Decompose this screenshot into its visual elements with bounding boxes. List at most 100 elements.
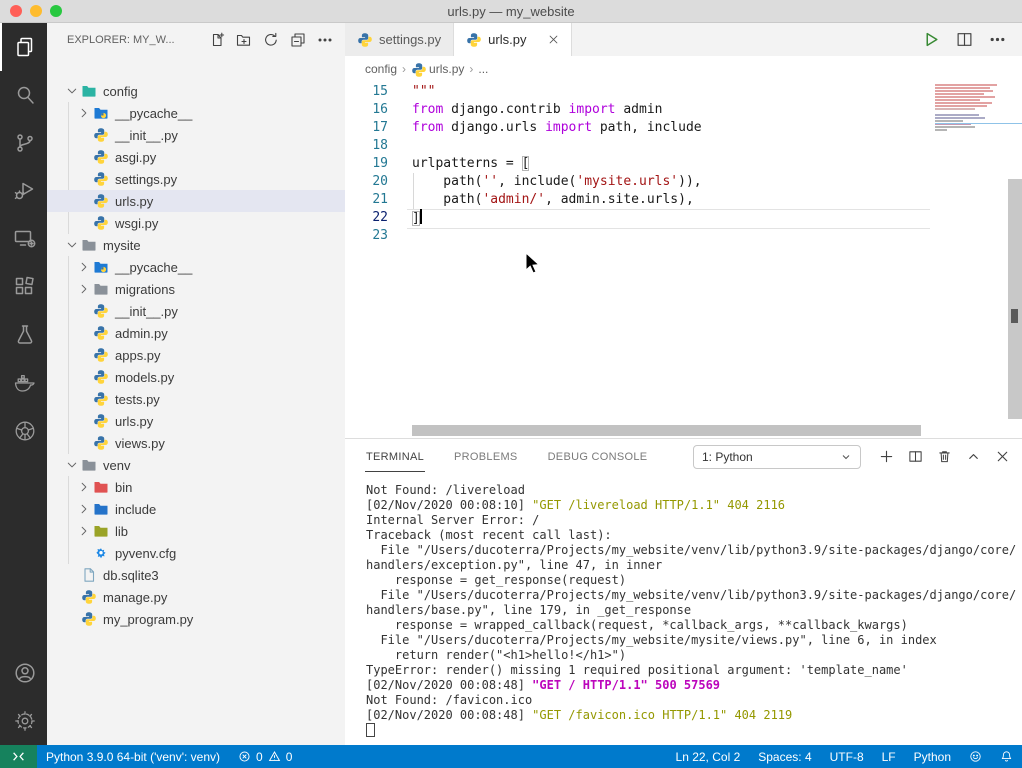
encoding[interactable]: UTF-8 bbox=[821, 745, 873, 768]
tree-item-config[interactable]: config bbox=[47, 80, 345, 102]
zoom-window-button[interactable] bbox=[50, 5, 62, 17]
chevron-right-icon[interactable] bbox=[75, 501, 93, 517]
panel-tab-terminal[interactable]: TERMINAL bbox=[365, 441, 425, 472]
tab-settings-py[interactable]: settings.py bbox=[345, 23, 454, 56]
panel-tab-problems[interactable]: PROBLEMS bbox=[453, 441, 519, 472]
maximize-panel-icon[interactable] bbox=[966, 449, 981, 464]
chevron-right-icon[interactable] bbox=[75, 281, 93, 297]
chevron-down-icon[interactable] bbox=[63, 457, 81, 473]
tree-item-pyvenv-cfg[interactable]: pyvenv.cfg bbox=[47, 542, 345, 564]
tree-item-wsgi-py[interactable]: wsgi.py bbox=[47, 212, 345, 234]
tree-item-models-py[interactable]: models.py bbox=[47, 366, 345, 388]
extensions-icon[interactable] bbox=[0, 263, 47, 311]
tree-item-tests-py[interactable]: tests.py bbox=[47, 388, 345, 410]
run-button[interactable] bbox=[923, 31, 940, 48]
kill-terminal-icon[interactable] bbox=[937, 449, 952, 464]
minimap-viewport-line bbox=[935, 123, 1022, 124]
tree-item--pycache-[interactable]: __pycache__ bbox=[47, 256, 345, 278]
tree-item-manage-py[interactable]: manage.py bbox=[47, 586, 345, 608]
tree-item-urls-py[interactable]: urls.py bbox=[47, 190, 345, 212]
tree-item-urls-py[interactable]: urls.py bbox=[47, 410, 345, 432]
close-panel-icon[interactable] bbox=[995, 449, 1010, 464]
python-file-icon bbox=[93, 347, 109, 363]
run-debug-icon[interactable] bbox=[0, 167, 47, 215]
notifications-bell-icon[interactable] bbox=[991, 745, 1022, 768]
chevron-right-icon[interactable] bbox=[75, 259, 93, 275]
terminal-shell-selector[interactable]: 1: Python bbox=[693, 445, 861, 469]
split-terminal-icon[interactable] bbox=[908, 449, 923, 464]
indentation[interactable]: Spaces: 4 bbox=[749, 745, 820, 768]
cursor-position[interactable]: Ln 22, Col 2 bbox=[667, 745, 750, 768]
tree-item-migrations[interactable]: migrations bbox=[47, 278, 345, 300]
tree-item-settings-py[interactable]: settings.py bbox=[47, 168, 345, 190]
docker-icon[interactable] bbox=[0, 359, 47, 407]
breadcrumb-item-1[interactable]: urls.py bbox=[411, 62, 464, 76]
code-editor[interactable]: 151617181920212223 """from django.contri… bbox=[345, 81, 1022, 438]
collapse-all-icon[interactable] bbox=[288, 30, 308, 50]
feedback-icon[interactable] bbox=[960, 745, 991, 768]
gear-file-icon bbox=[93, 545, 109, 561]
python-interpreter[interactable]: Python 3.9.0 64-bit ('venv': venv) bbox=[37, 745, 229, 768]
vscode-window: urls.py — my_website EXPLORER: MY_W... c… bbox=[0, 0, 1022, 768]
tree-item--pycache-[interactable]: __pycache__ bbox=[47, 102, 345, 124]
tree-item-mysite[interactable]: mysite bbox=[47, 234, 345, 256]
tree-item-lib[interactable]: lib bbox=[47, 520, 345, 542]
tree-item-include[interactable]: include bbox=[47, 498, 345, 520]
chevron-right-icon[interactable] bbox=[75, 479, 93, 495]
tree-item-label: venv bbox=[103, 458, 130, 473]
breadcrumb-item-2[interactable]: ... bbox=[478, 62, 488, 76]
python-file-icon bbox=[81, 611, 97, 627]
refresh-icon[interactable] bbox=[261, 30, 281, 50]
minimap[interactable] bbox=[935, 84, 1007, 132]
new-terminal-icon[interactable] bbox=[879, 449, 894, 464]
chevron-down-icon[interactable] bbox=[63, 237, 81, 253]
close-window-button[interactable] bbox=[10, 5, 22, 17]
testing-icon[interactable] bbox=[0, 311, 47, 359]
python-icon bbox=[357, 32, 373, 48]
vertical-scrollbar[interactable] bbox=[1008, 179, 1022, 419]
tree-item-apps-py[interactable]: apps.py bbox=[47, 344, 345, 366]
title-bar[interactable]: urls.py — my_website bbox=[0, 0, 1022, 23]
remote-indicator[interactable] bbox=[0, 745, 37, 768]
kubernetes-icon[interactable] bbox=[0, 407, 47, 455]
tree-item-venv[interactable]: venv bbox=[47, 454, 345, 476]
tree-item-db-sqlite3[interactable]: db.sqlite3 bbox=[47, 564, 345, 586]
tree-item-bin[interactable]: bin bbox=[47, 476, 345, 498]
tree-item-my-program-py[interactable]: my_program.py bbox=[47, 608, 345, 630]
more-icon[interactable] bbox=[315, 30, 335, 50]
terminal-line: Traceback (most recent call last): bbox=[366, 528, 1018, 543]
close-tab-icon[interactable] bbox=[548, 34, 559, 45]
explorer-icon[interactable] bbox=[0, 23, 47, 71]
panel-tab-debug-console[interactable]: DEBUG CONSOLE bbox=[547, 441, 649, 472]
tab-urls-py[interactable]: urls.py bbox=[454, 23, 572, 56]
source-control-icon[interactable] bbox=[0, 119, 47, 167]
chevron-down-icon[interactable] bbox=[63, 83, 81, 99]
tree-item--init-py[interactable]: __init__.py bbox=[47, 124, 345, 146]
terminal-line bbox=[366, 723, 1018, 738]
twisty-spacer bbox=[75, 127, 93, 143]
account-icon[interactable] bbox=[0, 649, 47, 697]
tree-item-asgi-py[interactable]: asgi.py bbox=[47, 146, 345, 168]
language-mode[interactable]: Python bbox=[905, 745, 960, 768]
horizontal-scrollbar[interactable] bbox=[412, 425, 921, 436]
terminal-output[interactable]: Not Found: /livereload[02/Nov/2020 00:08… bbox=[366, 483, 1018, 743]
python-file-icon bbox=[93, 215, 109, 231]
twisty-spacer bbox=[75, 545, 93, 561]
chevron-right-icon[interactable] bbox=[75, 105, 93, 121]
search-icon[interactable] bbox=[0, 71, 47, 119]
eol[interactable]: LF bbox=[873, 745, 905, 768]
new-folder-icon[interactable] bbox=[234, 30, 254, 50]
settings-icon[interactable] bbox=[0, 697, 47, 745]
chevron-right-icon[interactable] bbox=[75, 523, 93, 539]
tree-item-views-py[interactable]: views.py bbox=[47, 432, 345, 454]
new-file-icon[interactable] bbox=[207, 30, 227, 50]
code-token: , admin.site.urls), bbox=[545, 192, 694, 207]
minimize-window-button[interactable] bbox=[30, 5, 42, 17]
tree-item-admin-py[interactable]: admin.py bbox=[47, 322, 345, 344]
breadcrumb-item-0[interactable]: config bbox=[365, 62, 397, 76]
problems-status[interactable]: 0 0 bbox=[229, 745, 301, 768]
tree-item--init-py[interactable]: __init__.py bbox=[47, 300, 345, 322]
more-actions-icon[interactable] bbox=[989, 31, 1006, 48]
remote-explorer-icon[interactable] bbox=[0, 215, 47, 263]
split-editor-icon[interactable] bbox=[956, 31, 973, 48]
